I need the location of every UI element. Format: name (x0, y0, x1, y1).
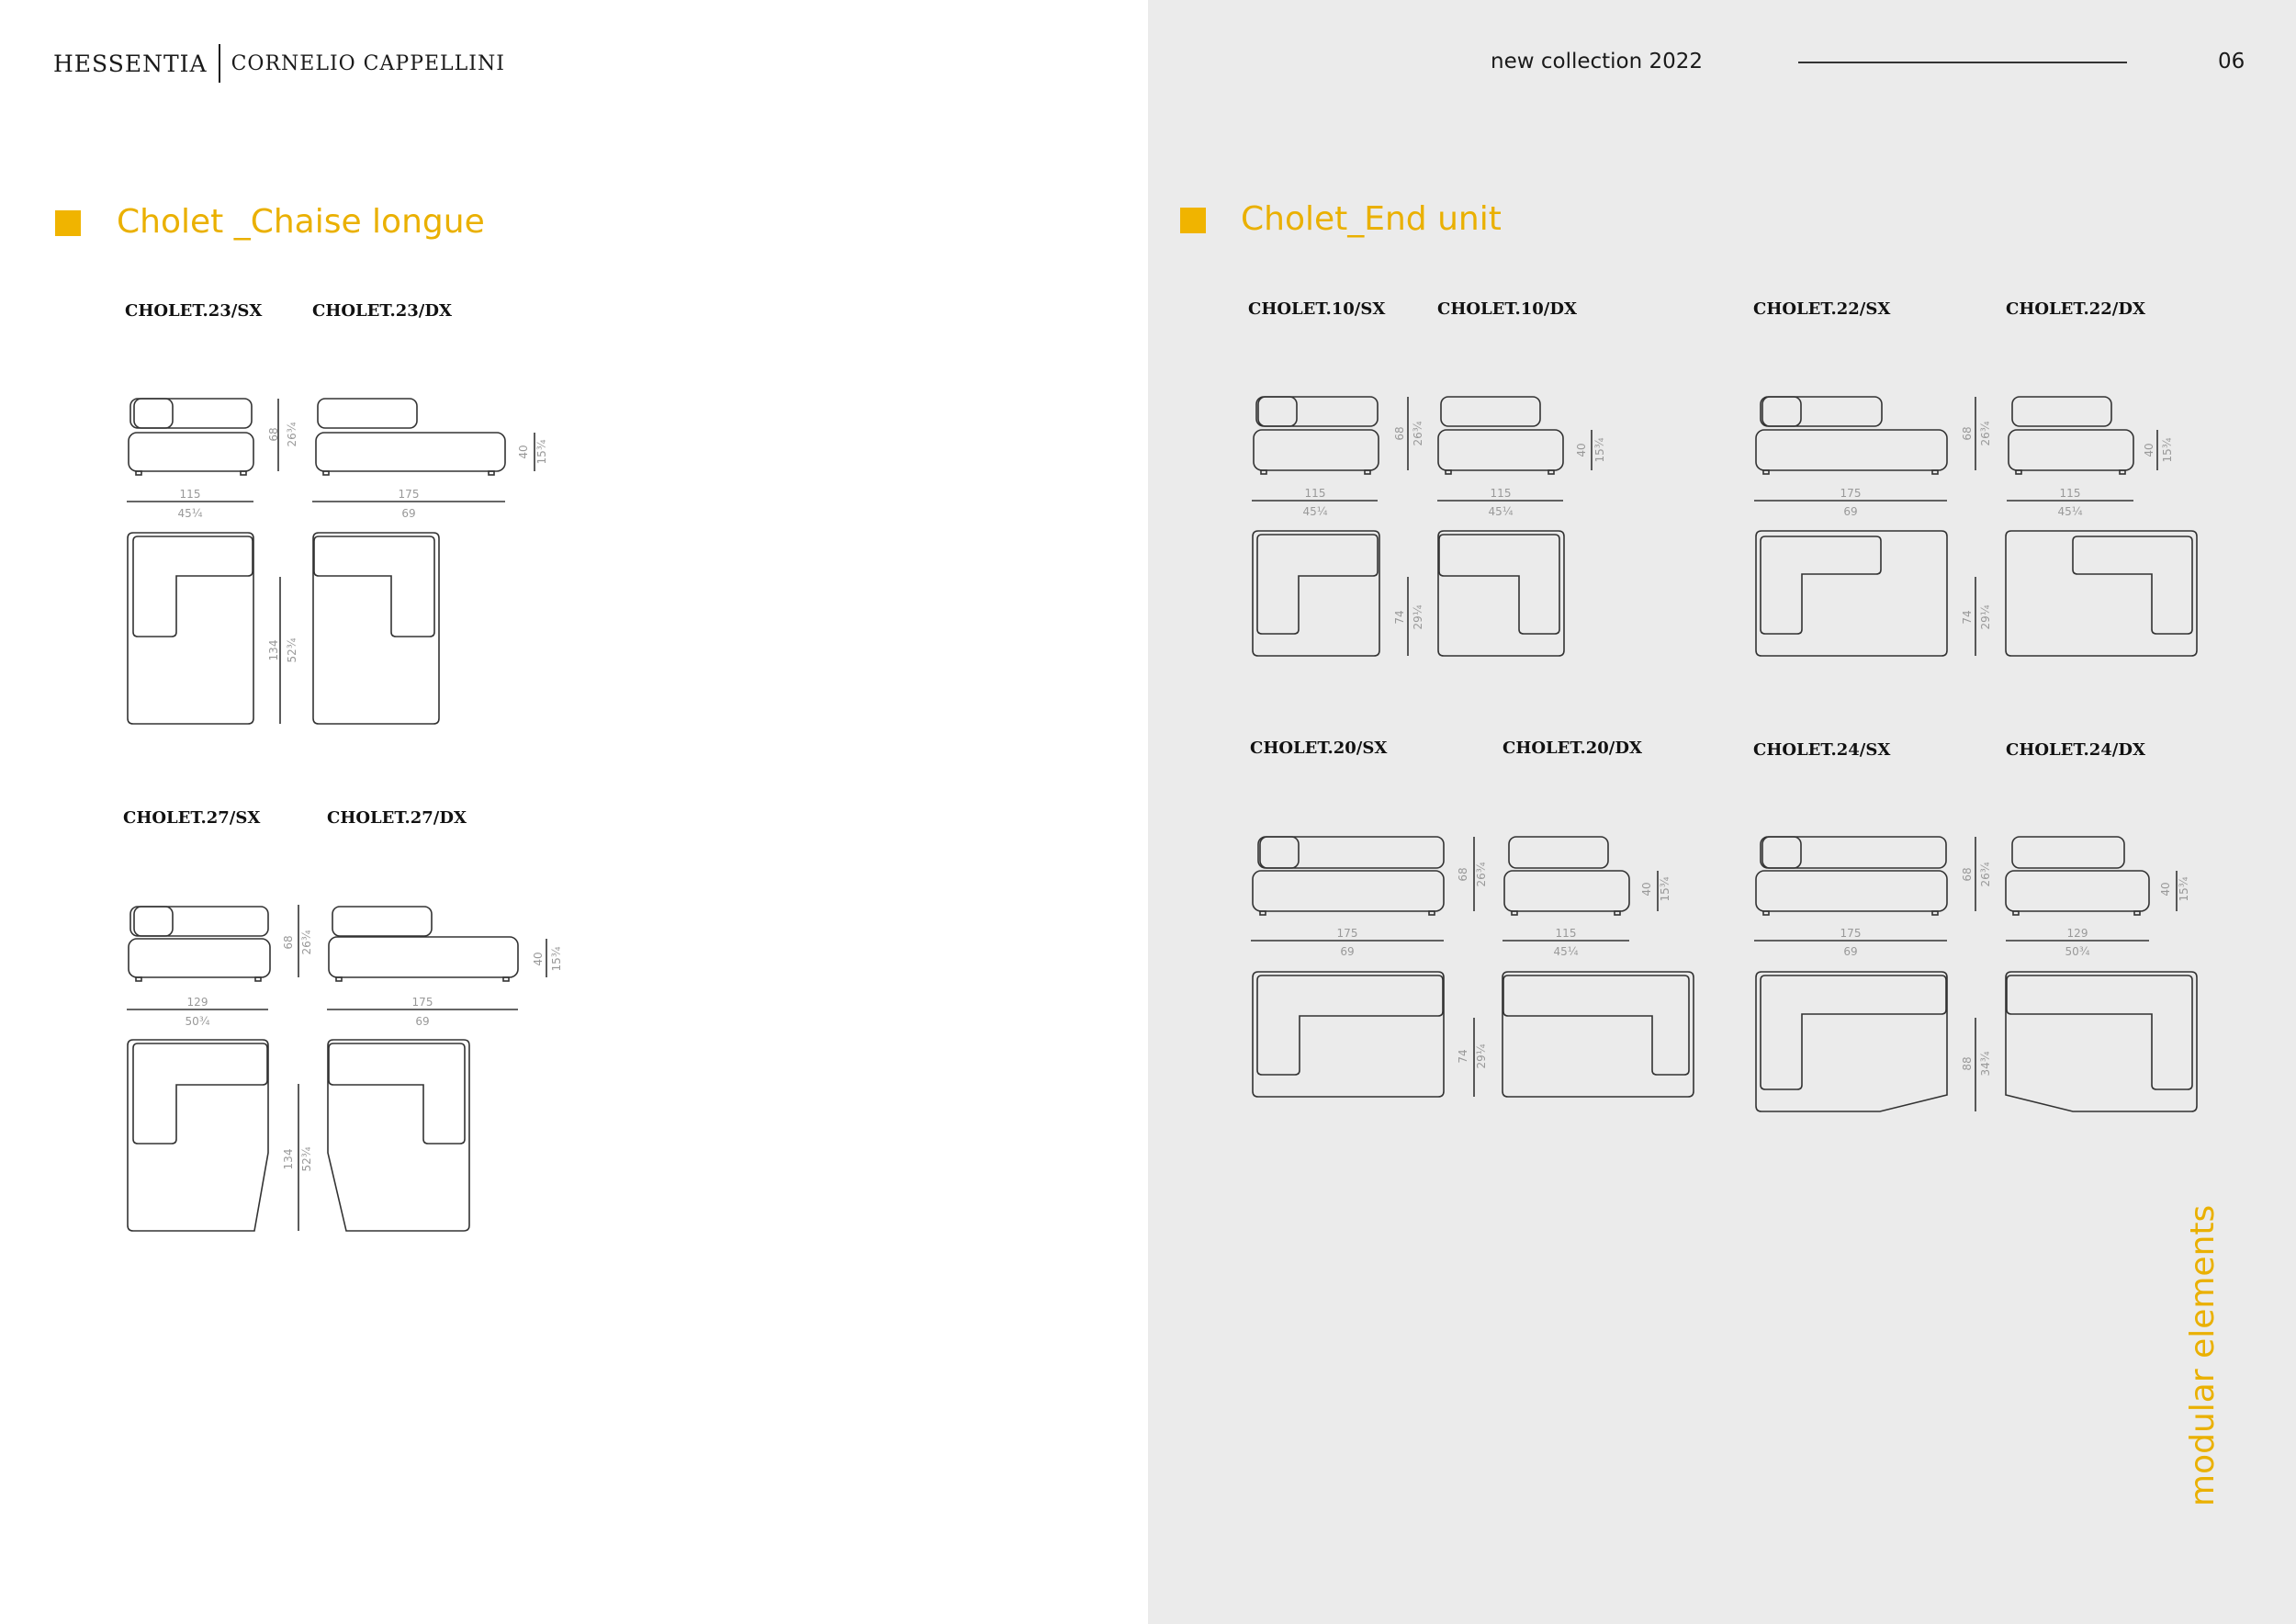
sofa-plan (312, 532, 440, 725)
dimension-cm: 88 (1961, 1056, 1974, 1070)
sofa-elevation (1503, 836, 1630, 916)
dimension-cm: 40 (2159, 882, 2172, 896)
dimension-inch: 69 (1843, 945, 1857, 958)
dimension-inch: 69 (415, 1015, 429, 1028)
dimension-inch: 29¼ (1475, 1043, 1488, 1068)
sofa-elevation (315, 398, 506, 476)
dimension-inch: 69 (1340, 945, 1354, 958)
sofa-plan (1252, 530, 1380, 657)
sofa-elevation (1755, 836, 1948, 916)
backrest-plan (2072, 536, 2193, 635)
dimension-inch: 34¾ (1979, 1051, 1992, 1076)
dimension-cm: 115 (1556, 927, 1577, 940)
dimension-cm: 175 (1840, 927, 1862, 940)
dimension-inch: 29¼ (1412, 604, 1424, 629)
dimension-inch: 26¾ (1979, 421, 1992, 445)
sofa-elevation (328, 906, 519, 982)
backrest-plan (328, 1043, 466, 1145)
dimension-cm: 129 (187, 996, 208, 1009)
sofa-plan (1755, 971, 1948, 1112)
dimension-inch: 45¼ (178, 507, 203, 520)
backrest-plan (1503, 975, 1690, 1076)
sofa-plan (1755, 530, 1948, 657)
dimension-inch: 52¾ (286, 637, 298, 662)
dimension-inch: 50¾ (186, 1015, 210, 1028)
sofa-elevation (2008, 396, 2134, 475)
dimension-inch: 15¾ (550, 946, 563, 971)
backrest-plan (2006, 975, 2193, 1090)
dimension-cm: 68 (1961, 426, 1974, 440)
dimension-inch: 26¾ (286, 422, 298, 446)
sofa-plan (127, 1039, 269, 1232)
dimension-cm: 68 (1393, 426, 1406, 440)
dimension-cm: 115 (180, 488, 201, 501)
dimension-cm: 74 (1457, 1049, 1469, 1063)
backrest-plan (1438, 534, 1560, 635)
sofa-elevation (2005, 836, 2150, 916)
dimension-inch: 29¼ (1979, 604, 1992, 629)
dimension-inch: 69 (1843, 505, 1857, 518)
dimension-cm: 40 (1575, 443, 1588, 457)
dimension-inch: 69 (401, 507, 415, 520)
sofa-elevation (128, 906, 271, 982)
dimension-cm: 40 (517, 445, 530, 458)
dimension-cm: 40 (532, 952, 545, 965)
sofa-plan (127, 532, 254, 725)
dimension-inch: 15¾ (535, 439, 548, 464)
dimension-inch: 26¾ (1475, 862, 1488, 886)
dimension-cm: 134 (267, 640, 280, 661)
sofa-elevation (128, 398, 254, 476)
dimension-inch: 50¾ (2065, 945, 2090, 958)
sofa-plan (2005, 971, 2198, 1112)
dimension-cm: 68 (1457, 867, 1469, 881)
sofa-elevation (1437, 396, 1564, 475)
sofa-elevation (1253, 396, 1379, 475)
dimension-inch: 26¾ (1412, 421, 1424, 445)
backrest-plan (1760, 975, 1947, 1090)
dimension-cm: 115 (1305, 487, 1326, 500)
sofa-plan (1437, 530, 1565, 657)
dimension-cm: 115 (1491, 487, 1512, 500)
sofa-elevation (1755, 396, 1948, 475)
dimension-cm: 40 (2143, 443, 2155, 457)
backrest-plan (1760, 536, 1882, 635)
sofa-elevation (1252, 836, 1445, 916)
sofa-plan (1252, 971, 1445, 1098)
dimension-inch: 45¼ (1303, 505, 1328, 518)
backrest-plan (313, 536, 435, 637)
dimension-cm: 68 (1961, 867, 1974, 881)
sofa-plan (2005, 530, 2198, 657)
sofa-plan (1502, 971, 1694, 1098)
sofa-plan (327, 1039, 470, 1232)
backrest-plan (132, 1043, 268, 1145)
backrest-plan (132, 536, 253, 637)
dimension-cm: 68 (282, 935, 295, 949)
dimension-cm: 74 (1961, 610, 1974, 624)
dimension-inch: 52¾ (300, 1146, 313, 1171)
dimension-inch: 15¾ (1593, 437, 1606, 462)
backrest-plan (1256, 534, 1379, 635)
dimension-cm: 134 (282, 1149, 295, 1170)
dimension-inch: 45¼ (1489, 505, 1514, 518)
dimension-cm: 129 (2067, 927, 2088, 940)
dimension-cm: 175 (399, 488, 420, 501)
dimension-cm: 115 (2060, 487, 2081, 500)
dimension-inch: 15¾ (1659, 876, 1671, 901)
dimension-cm: 175 (1337, 927, 1358, 940)
dimension-cm: 74 (1393, 610, 1406, 624)
dimension-inch: 26¾ (1979, 862, 1992, 886)
dimension-cm: 68 (267, 427, 280, 441)
backrest-plan (1256, 975, 1444, 1076)
dimension-inch: 15¾ (2178, 876, 2190, 901)
dimension-inch: 45¼ (2058, 505, 2083, 518)
dimension-cm: 175 (412, 996, 433, 1009)
dimension-inch: 15¾ (2161, 437, 2174, 462)
dimension-cm: 40 (1640, 882, 1653, 896)
dimension-cm: 175 (1840, 487, 1862, 500)
technical-drawings: 115 45¼ 175 69 68 26¾ 40 15¾ 134 52¾ 129… (127, 396, 2198, 1232)
dimension-inch: 45¼ (1554, 945, 1579, 958)
dimension-inch: 26¾ (300, 930, 313, 954)
